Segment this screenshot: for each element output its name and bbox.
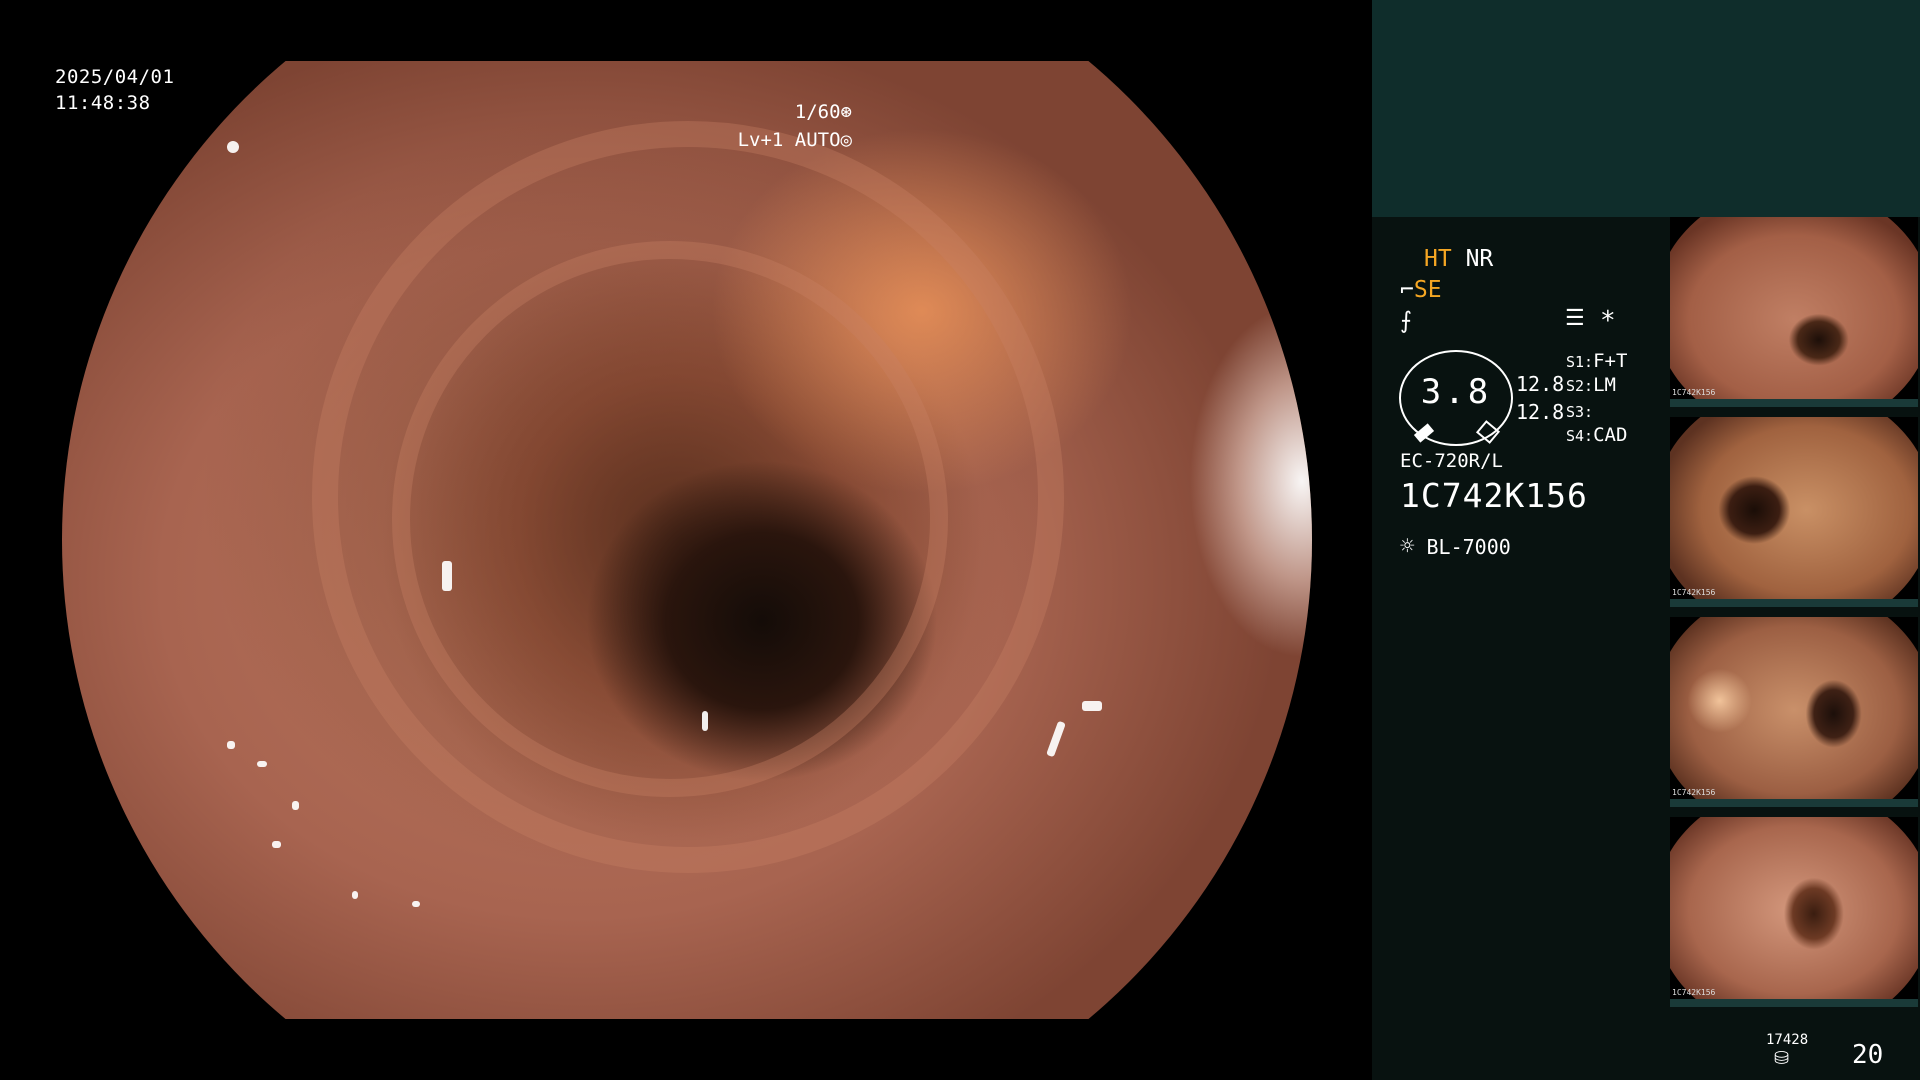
menu-icon: ☰ [1565, 306, 1585, 331]
switch-s2-label: S2: [1566, 377, 1594, 395]
thumbnail-strip [1670, 599, 1918, 607]
switch-s1: S1:F+T [1566, 350, 1627, 372]
aperture-icon: ⊛ [840, 101, 852, 123]
light-reflection [272, 841, 281, 848]
switch-s2: S2:LM [1566, 374, 1616, 396]
light-reflection [227, 141, 239, 153]
iris-icon: ◎ [840, 129, 852, 151]
switch-s4-label: S4: [1566, 427, 1594, 445]
mucosal-fold [392, 241, 948, 797]
enhancement-settings: HT NR ⌐SE ⨍ [1400, 244, 1493, 337]
light-source-model: BL-7000 [1426, 535, 1511, 559]
light-reflection [702, 711, 708, 731]
zoom-gauge: 3.8 [1399, 350, 1513, 446]
light-reflection [442, 561, 452, 591]
light-source: ☼ BL-7000 [1400, 532, 1511, 560]
color-mode-icon: ⨍ [1400, 308, 1412, 334]
switch-s4: S4:CAD [1566, 424, 1627, 446]
endoscope-view: 2025/04/01 11:48:38 1/60⊛ Lv+1 AUTO◎ [0, 0, 1372, 1080]
switch-s4-value: CAD [1593, 424, 1628, 446]
shutter-speed: 1/60 [794, 101, 841, 123]
storage-icon: ⛁ [1774, 1048, 1790, 1069]
thumbnail-3[interactable]: 1C742K156 [1670, 617, 1918, 807]
thumbnail-image [1670, 817, 1918, 1003]
light-source-icon: ☼ [1400, 532, 1415, 560]
light-reflection [292, 801, 299, 810]
thumbnail-label: 1C742K156 [1672, 588, 1716, 597]
thumbnail-label: 1C742K156 [1672, 788, 1716, 797]
thumbnail-1[interactable]: 1C742K156 [1670, 217, 1918, 407]
thumbnail-image [1670, 217, 1918, 403]
nr-label: NR [1465, 246, 1494, 272]
endoscopic-image [62, 61, 1312, 1019]
light-reflection [227, 741, 235, 749]
thumbnail-strip [1670, 999, 1918, 1007]
switch-s1-label: S1: [1566, 353, 1594, 371]
light-reflection [412, 901, 420, 907]
thumbnail-strip [1670, 399, 1918, 407]
scope-serial: 1C742K156 [1400, 476, 1588, 515]
thumbnail-strip [1670, 799, 1918, 807]
light-reflection [257, 761, 267, 767]
value-bottom: 12.8 [1516, 400, 1565, 424]
osd-datetime: 2025/04/01 11:48:38 [55, 64, 174, 116]
asterisk-mark: * [1600, 306, 1616, 336]
structure-enhance-icon: ⌐ [1400, 277, 1414, 303]
switch-s3: S3: [1566, 400, 1593, 422]
osd-date: 2025/04/01 [55, 66, 175, 88]
thumbnail-image [1670, 417, 1918, 603]
scope-model: EC-720R/L [1400, 450, 1503, 472]
se-label: SE [1413, 277, 1442, 303]
thumbnail-label: 1C742K156 [1672, 388, 1716, 397]
light-reflection [1046, 720, 1066, 758]
gauge-value: 3.8 [1420, 372, 1492, 412]
switch-s2-value: LM [1593, 374, 1616, 396]
light-reflection [352, 891, 358, 899]
panel-header [1372, 0, 1920, 217]
switch-s1-value: F+T [1593, 350, 1628, 372]
thumbnail-image [1670, 617, 1918, 803]
value-top: 12.8 [1516, 372, 1565, 396]
storage-count: 17428 [1766, 1032, 1809, 1048]
light-reflection [1082, 701, 1102, 711]
ht-label: HT [1424, 246, 1452, 272]
switch-s3-label: S3: [1566, 403, 1594, 421]
osd-time: 11:48:38 [55, 92, 151, 114]
brightness-level: Lv+1 AUTO [737, 129, 841, 151]
thumbnail-label: 1C742K156 [1672, 988, 1716, 997]
osd-exposure: 1/60⊛ Lv+1 AUTO◎ [738, 98, 852, 154]
thumbnail-4[interactable]: 1C742K156 [1670, 817, 1918, 1007]
thumbnail-2[interactable]: 1C742K156 [1670, 417, 1918, 607]
image-count: 20 [1852, 1040, 1884, 1070]
